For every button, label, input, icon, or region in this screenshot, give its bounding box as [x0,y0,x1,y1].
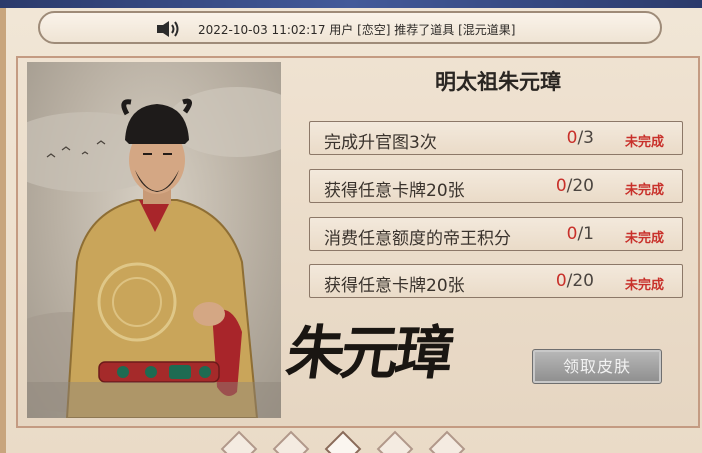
task-row: 完成升官图3次 0/3 未完成 [309,121,683,155]
task-progress: 0/3 [566,128,594,148]
top-strip [0,0,702,8]
task-row: 获得任意卡牌20张 0/20 未完成 [309,169,683,203]
task-row: 消费任意额度的帝王积分 0/1 未完成 [309,217,683,251]
notice-bar: 2022-10-03 11:02:17 用户 [恋空] 推荐了道具 [混元道果] [38,11,662,44]
task-progress: 0/20 [555,271,594,291]
task-status: 未完成 [624,135,664,150]
emperor-illustration [27,87,281,418]
speaker-icon [157,21,179,37]
task-label: 完成升官图3次 [324,133,437,153]
emperor-portrait [27,62,281,418]
task-label: 获得任意卡牌20张 [324,181,465,201]
task-progress: 0/20 [555,176,594,196]
notice-text: 2022-10-03 11:02:17 用户 [恋空] 推荐了道具 [混元道果] [198,23,516,37]
task-status: 未完成 [624,183,664,198]
task-status: 未完成 [624,278,664,293]
calligraphy-name: 朱元璋 [282,319,454,387]
claim-skin-button[interactable]: 领取皮肤 [532,349,662,384]
task-status: 未完成 [624,231,664,246]
task-progress: 0/1 [566,224,594,244]
task-row: 获得任意卡牌20张 0/20 未完成 [309,264,683,298]
skin-title: 明太祖朱元璋 [435,70,561,94]
task-label: 消费任意额度的帝王积分 [324,229,511,249]
task-label: 获得任意卡牌20张 [324,276,465,296]
